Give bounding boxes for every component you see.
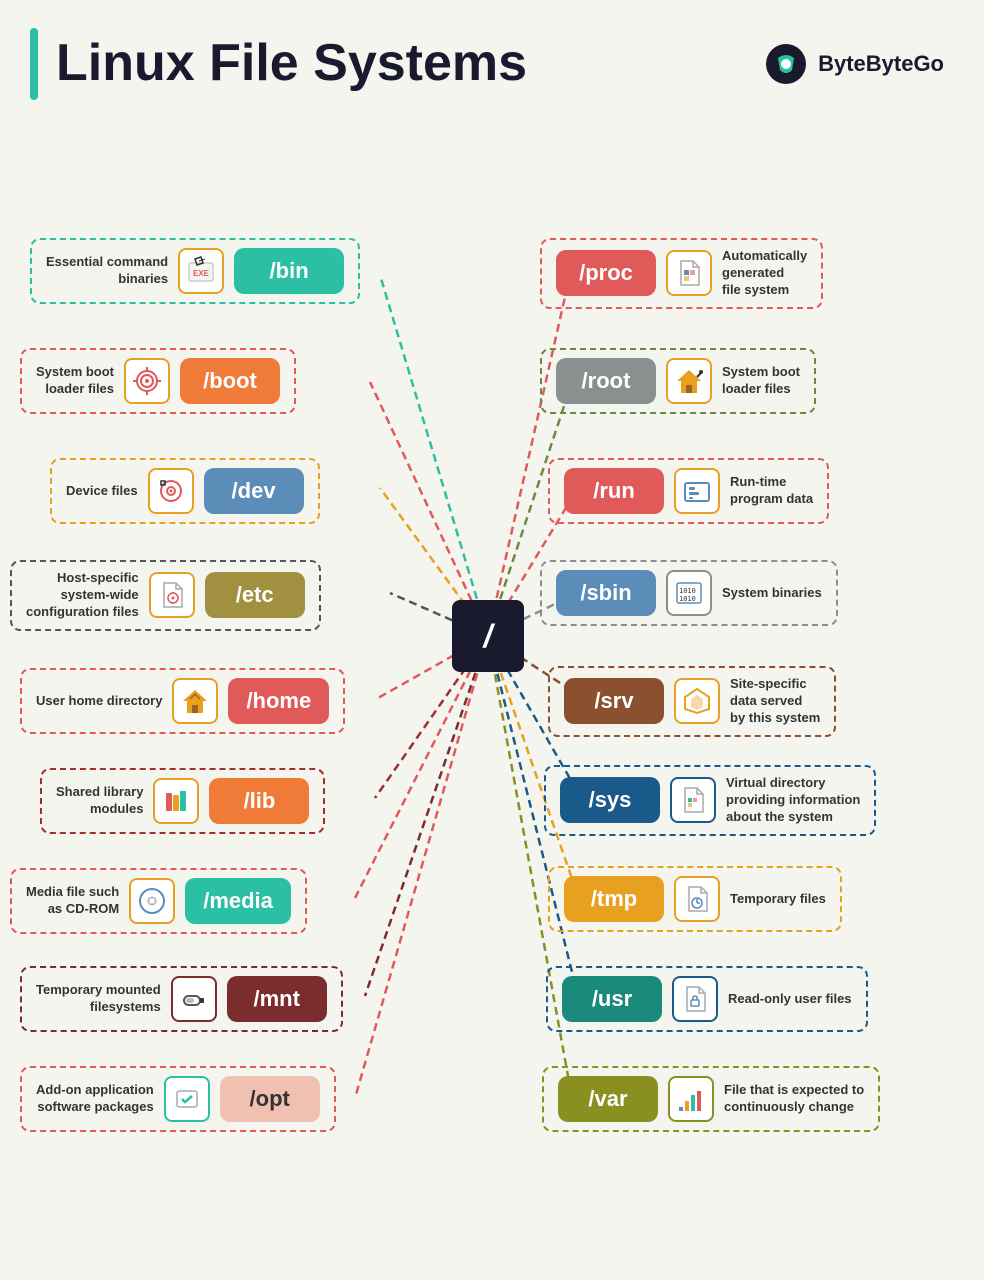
tmp-label: /tmp	[564, 876, 664, 922]
usr-label: /usr	[562, 976, 662, 1022]
mnt-desc: Temporary mountedfilesystems	[36, 982, 161, 1016]
run-desc: Run-timeprogram data	[730, 474, 813, 508]
svg-text:EXE: EXE	[193, 269, 210, 278]
etc-desc: Host-specificsystem-wideconfiguration fi…	[26, 570, 139, 621]
root-desc: System bootloader files	[722, 364, 800, 398]
sbin-desc: System binaries	[722, 585, 822, 602]
item-media: Media file suchas CD-ROM /media	[10, 868, 307, 934]
logo-icon	[764, 42, 808, 86]
proc-desc: Automaticallygeneratedfile system	[722, 248, 807, 299]
bin-desc: Essential commandbinaries	[46, 254, 168, 288]
media-label: /media	[185, 878, 291, 924]
item-boot: System bootloader files /boot	[20, 348, 296, 414]
dev-icon	[148, 468, 194, 514]
title-bar-accent	[30, 28, 38, 100]
srv-desc: Site-specificdata servedby this system	[730, 676, 820, 727]
sbin-icon: 10101010	[666, 570, 712, 616]
item-tmp: /tmp Temporary files	[548, 866, 842, 932]
run-label: /run	[564, 468, 664, 514]
lib-icon	[153, 778, 199, 824]
srv-label: /srv	[564, 678, 664, 724]
item-srv: /srv Site-specificdata servedby this sys…	[548, 666, 836, 737]
item-root: /root System bootloader files	[540, 348, 816, 414]
usr-desc: Read-only user files	[728, 991, 852, 1008]
item-usr: /usr Read-only user files	[546, 966, 868, 1032]
proc-icon	[666, 250, 712, 296]
mnt-icon	[171, 976, 217, 1022]
dev-desc: Device files	[66, 483, 138, 500]
item-etc: Host-specificsystem-wideconfiguration fi…	[10, 560, 321, 631]
svg-text:1010: 1010	[679, 587, 696, 595]
opt-icon	[164, 1076, 210, 1122]
sys-label: /sys	[560, 777, 660, 823]
run-icon	[674, 468, 720, 514]
opt-desc: Add-on applicationsoftware packages	[36, 1082, 154, 1116]
root-label: /root	[556, 358, 656, 404]
var-label: /var	[558, 1076, 658, 1122]
home-desc: User home directory	[36, 693, 162, 710]
item-var: /var File that is expected tocontinuousl…	[542, 1066, 880, 1132]
var-desc: File that is expected tocontinuously cha…	[724, 1082, 864, 1116]
etc-icon	[149, 572, 195, 618]
tmp-icon	[674, 876, 720, 922]
svg-text:1010: 1010	[679, 595, 696, 603]
usr-icon	[672, 976, 718, 1022]
srv-icon	[674, 678, 720, 724]
proc-label: /proc	[556, 250, 656, 296]
item-mnt: Temporary mountedfilesystems /mnt	[20, 966, 343, 1032]
bin-icon: EXE	[178, 248, 224, 294]
media-icon	[129, 878, 175, 924]
lib-label: /lib	[209, 778, 309, 824]
boot-desc: System bootloader files	[36, 364, 114, 398]
sbin-label: /sbin	[556, 570, 656, 616]
diagram: / Essential commandbinaries EXE /bin Sys…	[0, 120, 984, 1280]
tmp-desc: Temporary files	[730, 891, 826, 908]
sys-desc: Virtual directoryproviding informationab…	[726, 775, 860, 826]
item-home: User home directory /home	[20, 668, 345, 734]
root-icon	[666, 358, 712, 404]
dev-label: /dev	[204, 468, 304, 514]
item-proc: /proc Automaticallygeneratedfile system	[540, 238, 823, 309]
opt-label: /opt	[220, 1076, 320, 1122]
boot-label: /boot	[180, 358, 280, 404]
bin-label: /bin	[234, 248, 344, 294]
media-desc: Media file suchas CD-ROM	[26, 884, 119, 918]
title-block: Linux File Systems	[30, 28, 527, 100]
item-bin: Essential commandbinaries EXE /bin	[30, 238, 360, 304]
logo: ByteByteGo	[764, 42, 944, 86]
item-sbin: /sbin 10101010 System binaries	[540, 560, 838, 626]
item-opt: Add-on applicationsoftware packages /opt	[20, 1066, 336, 1132]
header: Linux File Systems ByteByteGo	[0, 0, 984, 110]
etc-label: /etc	[205, 572, 305, 618]
sys-icon	[670, 777, 716, 823]
var-icon	[668, 1076, 714, 1122]
page-title: Linux File Systems	[56, 35, 527, 92]
item-sys: /sys Virtual directoryproviding informat…	[544, 765, 876, 836]
item-dev: Device files /dev	[50, 458, 320, 524]
home-label: /home	[228, 678, 329, 724]
lib-desc: Shared librarymodules	[56, 784, 143, 818]
boot-icon	[124, 358, 170, 404]
mnt-label: /mnt	[227, 976, 327, 1022]
home-icon	[172, 678, 218, 724]
center-node: /	[452, 600, 524, 672]
item-lib: Shared librarymodules /lib	[40, 768, 325, 834]
item-run: /run Run-timeprogram data	[548, 458, 829, 524]
logo-text: ByteByteGo	[818, 51, 944, 77]
